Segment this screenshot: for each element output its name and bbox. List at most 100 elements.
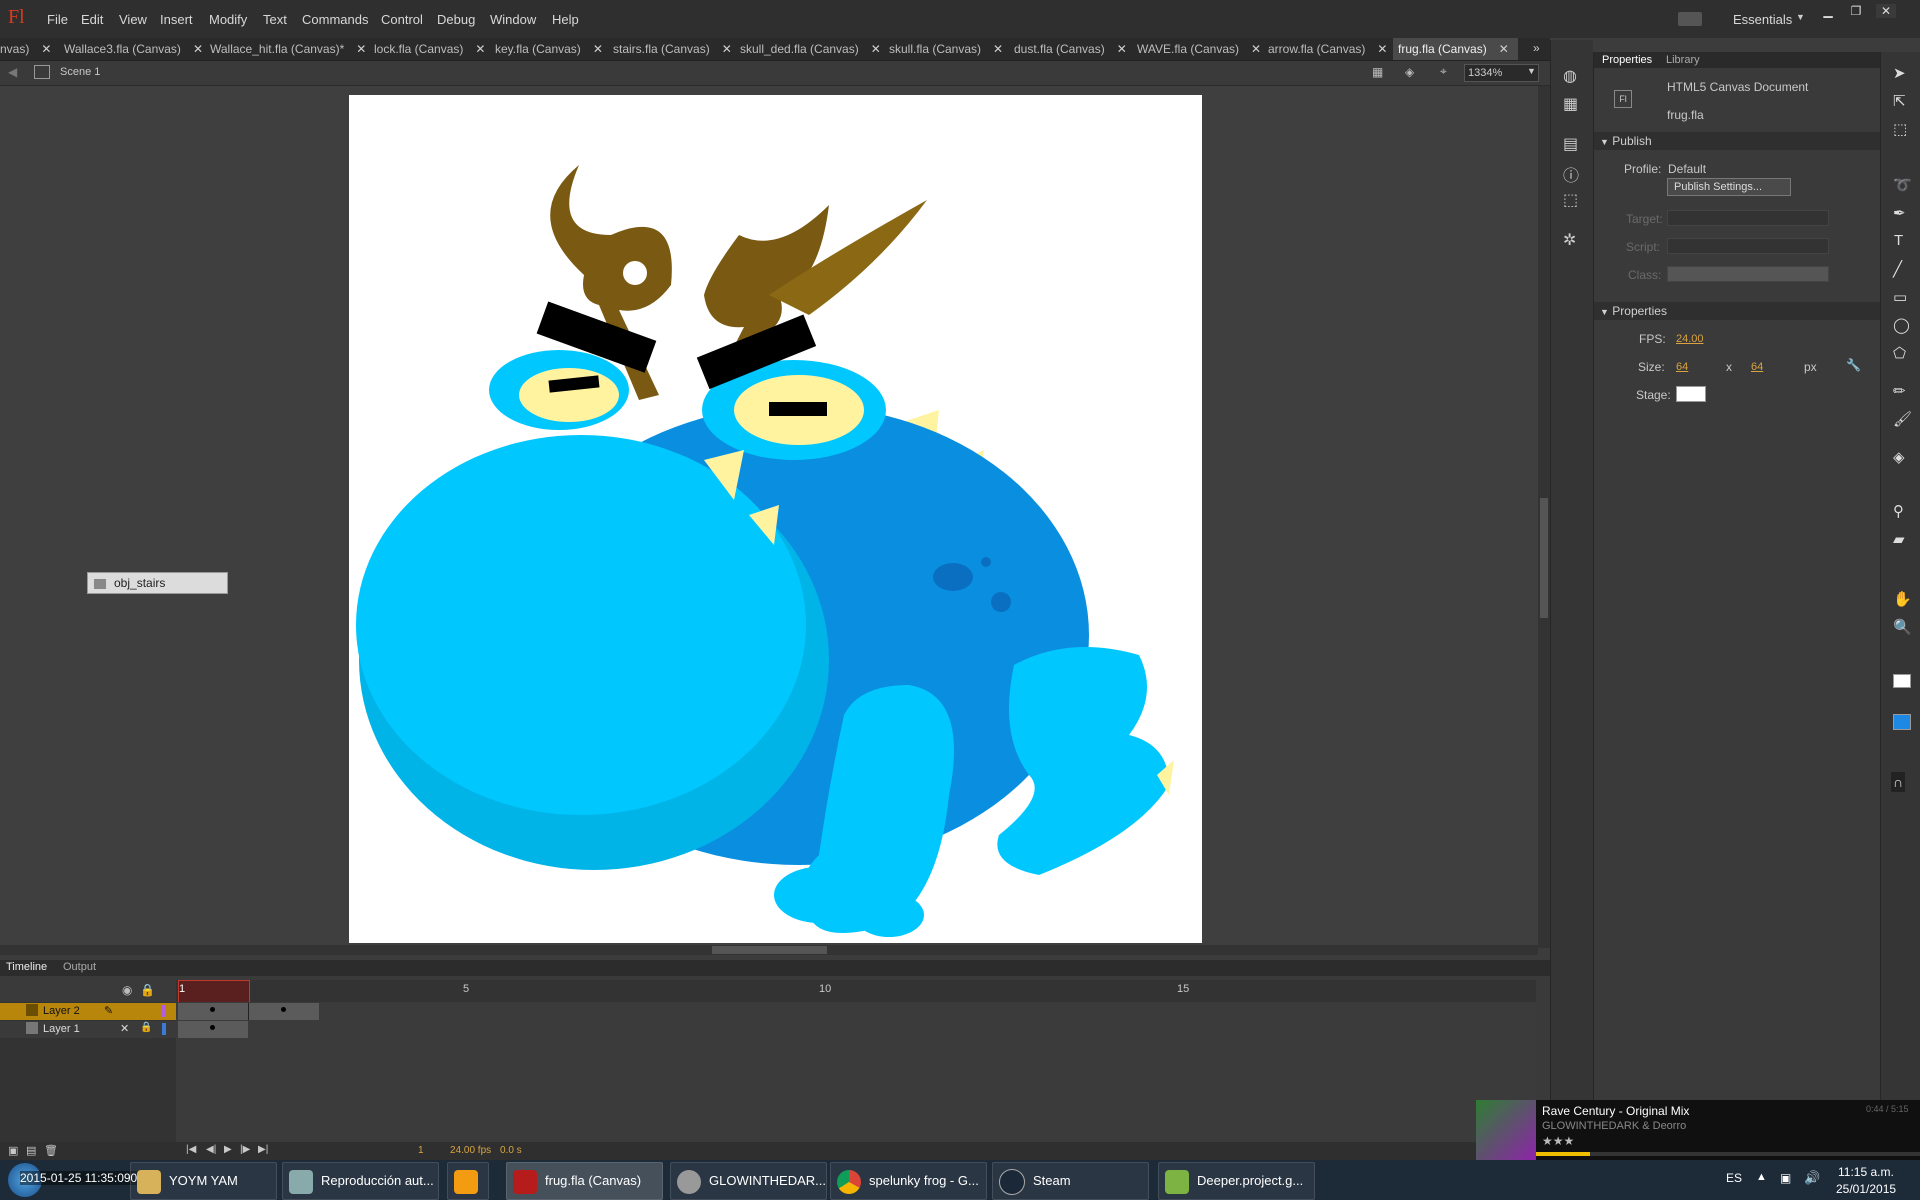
back-arrow-icon[interactable]: ◀ — [8, 65, 17, 79]
edit-scene-icon[interactable]: ▦ — [1372, 65, 1383, 79]
taskbar-steam[interactable]: Steam — [992, 1162, 1149, 1200]
step-back-icon[interactable]: ◀| — [206, 1144, 216, 1155]
taskbar-deeper-project[interactable]: Deeper.project.g... — [1158, 1162, 1315, 1200]
menu-modify[interactable]: Modify — [209, 12, 247, 27]
close-icon[interactable]: ✕ — [593, 42, 603, 56]
chevron-down-icon[interactable]: ▼ — [1527, 66, 1536, 76]
text-tool-icon[interactable]: T — [1894, 232, 1903, 249]
tab-library[interactable]: Library — [1666, 54, 1700, 66]
menu-text[interactable]: Text — [263, 12, 287, 27]
track-progress[interactable] — [1536, 1152, 1920, 1156]
snap-magnet-icon[interactable]: ∩ — [1891, 772, 1906, 792]
frame-rate[interactable]: 24.00 fps — [450, 1145, 491, 1156]
pen-tool-icon[interactable]: ✒ — [1893, 204, 1906, 222]
taskbar-chrome[interactable]: spelunky frog - G... — [830, 1162, 987, 1200]
frog-artwork[interactable] — [349, 95, 1202, 943]
hidden-x-icon[interactable]: ✕ — [120, 1022, 129, 1035]
sync-settings-icon[interactable] — [1678, 12, 1702, 26]
eyedropper-icon[interactable]: ⚲ — [1893, 502, 1904, 520]
swatches-icon[interactable]: ▦ — [1563, 94, 1578, 114]
step-forward-icon[interactable]: |▶ — [240, 1144, 250, 1155]
zoom-tool-icon[interactable]: 🔍 — [1893, 618, 1912, 636]
close-icon[interactable]: ✕ — [356, 42, 366, 56]
tab-timeline[interactable]: Timeline — [6, 961, 47, 973]
tab-dust[interactable]: dust.fla (Canvas) ✕ — [1014, 38, 1128, 60]
vertical-scrollbar[interactable] — [1538, 86, 1550, 948]
new-folder-icon[interactable]: ▤ — [26, 1144, 36, 1157]
polystar-tool-icon[interactable]: ⬠ — [1893, 344, 1906, 362]
taskbar-glowinthedark[interactable]: GLOWINTHEDAR... — [670, 1162, 827, 1200]
layer-name[interactable]: Layer 2 — [43, 1005, 80, 1017]
close-icon[interactable]: ✕ — [871, 42, 881, 56]
center-stage-icon[interactable]: ⌖ — [1440, 64, 1447, 79]
minimize-icon[interactable]: ▁ — [1818, 4, 1838, 18]
tab-frug[interactable]: frug.fla (Canvas) ✕ — [1393, 38, 1518, 60]
eraser-icon[interactable]: ▰ — [1893, 530, 1905, 548]
paint-bucket-icon[interactable]: ◈ — [1893, 448, 1905, 466]
clock-time[interactable]: 11:15 a.m. — [1838, 1165, 1894, 1179]
go-last-icon[interactable]: ▶| — [258, 1144, 268, 1155]
layer-name[interactable]: Layer 1 — [43, 1023, 80, 1035]
stroke-color-swatch[interactable] — [1893, 674, 1911, 688]
fill-color-swatch[interactable] — [1893, 714, 1911, 730]
layer-row-2[interactable]: Layer 2 ✎ — [0, 1003, 176, 1020]
menu-edit[interactable]: Edit — [81, 12, 103, 27]
tab-wallace3[interactable]: Wallace3.fla (Canvas) ✕ — [64, 38, 203, 60]
free-transform-icon[interactable]: ⬚ — [1893, 120, 1907, 138]
rectangle-tool-icon[interactable]: ▭ — [1893, 288, 1907, 306]
taskbar-autoplay[interactable]: Reproducción aut... — [282, 1162, 439, 1200]
menu-insert[interactable]: Insert — [160, 12, 193, 27]
publish-section-header[interactable]: ▼ Publish — [1594, 132, 1880, 150]
close-icon[interactable]: ✕ — [475, 42, 485, 56]
language-indicator[interactable]: ES — [1726, 1171, 1742, 1185]
delete-icon[interactable]: 🗑 — [44, 1144, 58, 1157]
current-frame[interactable]: 1 — [418, 1145, 424, 1156]
keyframe-span[interactable] — [178, 1003, 249, 1020]
lasso-icon[interactable]: ➰ — [1893, 176, 1912, 194]
hand-tool-icon[interactable]: ✋ — [1893, 590, 1912, 608]
horizontal-scrollbar[interactable] — [0, 945, 1538, 955]
align-icon[interactable]: ▤ — [1563, 134, 1578, 154]
publish-settings-button[interactable]: Publish Settings... — [1667, 178, 1791, 196]
layer-color-swatch[interactable] — [162, 1023, 166, 1035]
taskbar-flash[interactable]: frug.fla (Canvas) — [506, 1162, 663, 1200]
close-icon[interactable]: ✕ — [1876, 4, 1896, 18]
layer-color-swatch[interactable] — [162, 1005, 166, 1017]
playhead-frame[interactable] — [178, 980, 250, 1004]
go-first-icon[interactable]: |◀ — [186, 1144, 196, 1155]
height-value[interactable]: 64 — [1751, 361, 1763, 373]
close-icon[interactable]: ✕ — [1499, 42, 1509, 56]
close-icon[interactable]: ✕ — [1117, 42, 1127, 56]
transform-icon[interactable]: ⬚ — [1563, 190, 1578, 210]
keyframe-span[interactable] — [178, 1021, 248, 1038]
taskbar-yoym[interactable]: YOYM YAM — [130, 1162, 277, 1200]
symbol-instance-obj-stairs[interactable]: obj_stairs — [87, 572, 228, 594]
motion-editor-icon[interactable]: ◍ — [1563, 66, 1577, 86]
menu-window[interactable]: Window — [490, 12, 536, 27]
eye-icon[interactable]: ◉ — [122, 983, 132, 997]
scrollbar-thumb[interactable] — [712, 946, 827, 954]
scrollbar-thumb[interactable] — [1540, 498, 1548, 618]
lock-icon[interactable]: 🔒 — [140, 1022, 152, 1033]
pencil-tool-icon[interactable]: ✏ — [1893, 382, 1906, 400]
restore-icon[interactable]: ❐ — [1846, 4, 1866, 18]
tab-stairs[interactable]: stairs.fla (Canvas) ✕ — [613, 38, 735, 60]
info-icon[interactable]: ⓘ — [1563, 162, 1579, 186]
tab-arrow[interactable]: arrow.fla (Canvas) ✕ — [1268, 38, 1387, 60]
volume-icon[interactable]: 🔊 — [1804, 1170, 1820, 1186]
wrench-icon[interactable]: 🔧 — [1846, 358, 1861, 372]
menu-view[interactable]: View — [119, 12, 147, 27]
close-icon[interactable]: ✕ — [1251, 42, 1261, 56]
rating-stars-icon[interactable]: ★★★ — [1542, 1134, 1574, 1148]
network-icon[interactable]: ▣ — [1780, 1171, 1791, 1185]
close-icon[interactable]: ✕ — [1377, 42, 1387, 56]
tab-key[interactable]: key.fla (Canvas) ✕ — [495, 38, 603, 60]
workspace-switcher[interactable]: Essentials — [1733, 12, 1792, 27]
new-layer-icon[interactable]: ▣ — [8, 1144, 18, 1157]
lock-icon[interactable]: 🔒 — [140, 983, 155, 997]
close-icon[interactable]: ✕ — [41, 42, 51, 56]
tab-wave[interactable]: WAVE.fla (Canvas) ✕ — [1137, 38, 1261, 60]
taskbar-media-player[interactable] — [447, 1162, 489, 1200]
selection-tool-icon[interactable]: ➤ — [1893, 64, 1906, 82]
properties-section-header[interactable]: ▼ Properties — [1594, 302, 1880, 320]
